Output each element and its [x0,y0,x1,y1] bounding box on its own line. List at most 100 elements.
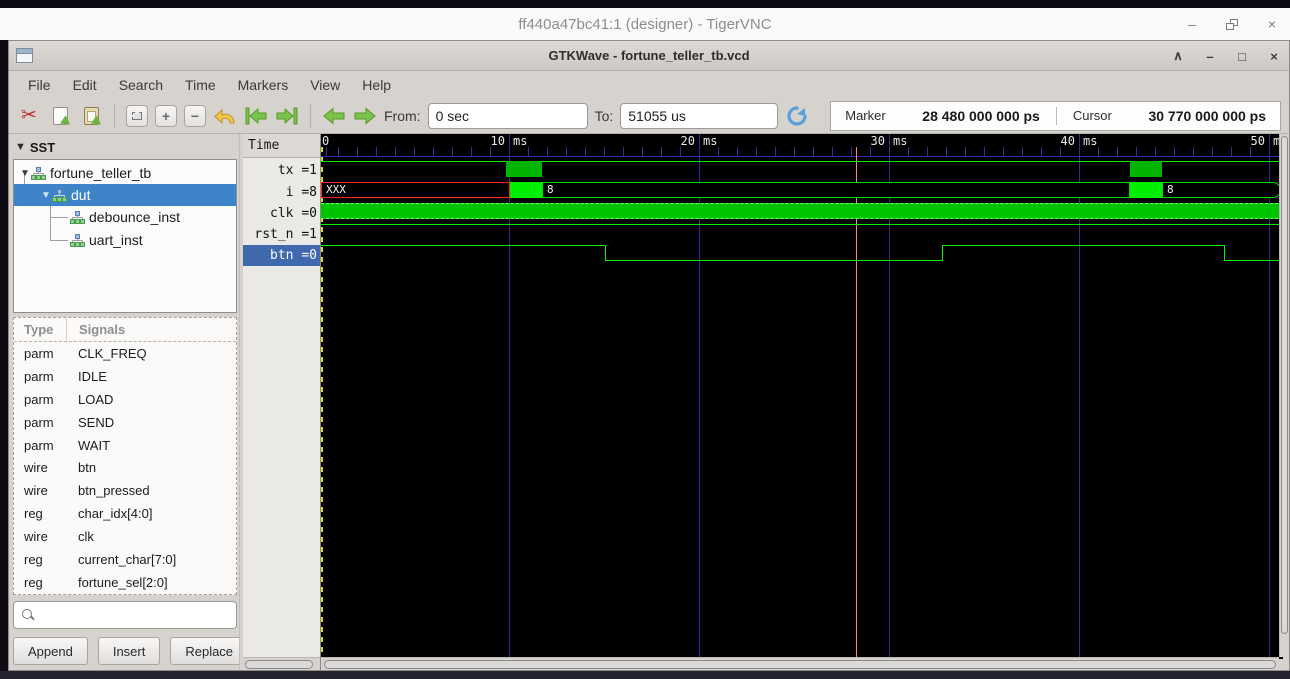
restore-front [1226,22,1234,30]
menu-file[interactable]: File [17,73,62,97]
to-input[interactable] [620,102,779,129]
signal-row[interactable]: parm IDLE [14,365,236,388]
zoom-fit-glyph [131,110,142,120]
vnc-restore-icon[interactable] [1226,18,1238,30]
reload-icon[interactable] [785,104,809,128]
gtkwave-window-icon [16,48,33,63]
paste-icon[interactable] [79,104,104,129]
paste-clipboard [83,106,104,129]
minimize-icon[interactable]: – [1203,49,1217,64]
collapse-triangle-icon: ▼ [15,141,26,153]
signal-label-clk[interactable]: clk =0 [243,203,320,224]
signal-name: char_idx[4:0] [78,506,153,522]
zoom-fit-icon[interactable] [126,104,148,127]
menu-search[interactable]: Search [108,73,174,97]
signal-row[interactable]: wire btn_pressed [14,479,236,502]
tree-item-fortune-teller-tb[interactable]: ▼ fortune_teller_tb [14,162,236,184]
scrollbar-thumb[interactable] [1281,136,1288,634]
append-button[interactable]: Append [13,637,88,665]
zoom-to-start-icon[interactable] [244,104,268,128]
signal-row[interactable]: wire btn [14,457,236,480]
signal-label-rst-n[interactable]: rst_n =1 [243,224,320,245]
menu-time[interactable]: Time [174,73,227,97]
desktop: ff440a47bc41:1 (designer) - TigerVNC – ×… [0,0,1290,679]
tree-item-label: fortune_teller_tb [50,165,152,181]
tree-item-debounce-inst[interactable]: debounce_inst [14,206,236,228]
wave-rst-n-high-line [321,224,1283,225]
menu-help[interactable]: Help [351,73,402,97]
cut-icon[interactable]: ✂ [17,104,41,128]
zoom-out-icon[interactable]: − [184,104,206,127]
search-input[interactable] [40,604,236,626]
sst-panel: ▼ SST ▼ fortune_teller_tb ▼ dut debounce… [9,134,249,670]
waveform-canvas[interactable]: 0 10 ms 20 ms 30 ms 40 ms 50 ms [321,134,1283,659]
wave-btn-high-line [321,245,605,246]
copy-icon[interactable] [48,104,73,129]
signal-row[interactable]: reg current_char[7:0] [14,548,236,571]
vnc-minimize-icon[interactable]: – [1184,16,1200,32]
hierarchy-tree: ▼ fortune_teller_tb ▼ dut debounce_inst … [13,159,237,313]
scrollbar-thumb[interactable] [245,660,313,669]
timeline-label: 0 [322,134,330,148]
timeline-unit: ms [1083,134,1098,148]
zoom-undo-icon[interactable] [213,104,237,128]
signal-type: parm [24,414,54,430]
toolbar-separator [310,103,311,128]
replace-button[interactable]: Replace [170,637,249,665]
signals-list-header: Type Signals [14,318,236,342]
shade-icon[interactable]: ∧ [1171,48,1185,64]
tree-item-uart-inst[interactable]: uart_inst [14,229,236,251]
module-icon [70,210,85,224]
wave-btn-high-line [942,245,1224,246]
signal-label-btn[interactable]: btn =0 [243,245,320,266]
zoom-to-end-icon[interactable] [275,104,299,128]
gtkwave-titlebar[interactable]: GTKWave - fortune_teller_tb.vcd ∧ – □ × [9,41,1289,71]
wave-hscrollbar[interactable] [321,657,1279,670]
signal-row[interactable]: parm WAIT [14,434,236,457]
type-column-header[interactable]: Type [14,322,66,337]
signal-row[interactable]: reg fortune_sel[2:0] [14,571,236,594]
wave-btn-rise-edge [942,245,943,261]
menu-view[interactable]: View [299,73,351,97]
signal-name: CLK_FREQ [78,345,147,361]
names-hscrollbar[interactable] [243,657,320,670]
from-input[interactable] [427,102,588,129]
sst-header[interactable]: ▼ SST [13,137,237,157]
gtkwave-window: GTKWave - fortune_teller_tb.vcd ∧ – □ × … [8,40,1290,671]
signal-row[interactable]: parm CLK_FREQ [14,342,236,365]
timeline-label: 20 [680,134,695,148]
wave-tx-burst [1130,161,1162,177]
expander-icon[interactable]: ▼ [19,168,31,179]
zoom-in-icon[interactable]: + [155,104,177,127]
signal-row[interactable]: parm LOAD [14,388,236,411]
signal-buttons: Append Insert Replace [13,637,249,665]
vnc-close-icon[interactable]: × [1264,16,1280,32]
signal-type: reg [24,506,43,522]
signal-label-tx[interactable]: tx =1 [243,158,320,182]
module-icon [52,188,67,202]
shift-right-icon[interactable] [353,104,377,128]
wave-vscrollbar[interactable] [1279,134,1289,657]
shift-left-icon[interactable] [322,104,346,128]
signal-row[interactable]: parm SEND [14,411,236,434]
signal-row[interactable]: reg char_idx[4:0] [14,502,236,525]
menu-markers[interactable]: Markers [227,73,300,97]
scrollbar-thumb[interactable] [324,660,1276,669]
menu-edit[interactable]: Edit [62,73,108,97]
vnc-title: ff440a47bc41:1 (designer) - TigerVNC [518,15,772,33]
maximize-icon[interactable]: □ [1235,49,1249,64]
tree-item-dut[interactable]: ▼ dut [14,184,236,206]
wave-btn-fall-edge [1224,245,1225,261]
expander-icon[interactable]: ▼ [40,190,52,201]
insert-button[interactable]: Insert [97,637,161,665]
signal-label-i[interactable]: i =8 [243,182,320,203]
desktop-bottom-strip [0,671,1290,679]
close-icon[interactable]: × [1267,49,1281,64]
wave-i-undefined-segment: XXX [321,182,510,198]
signal-name: clk [78,529,94,545]
gtkwave-window-controls: ∧ – □ × [1171,41,1281,71]
signal-row[interactable]: wire clk [14,525,236,548]
from-label: From: [384,107,421,124]
vnc-window-controls: – × [1184,8,1280,40]
signals-column-header[interactable]: Signals [66,318,236,341]
